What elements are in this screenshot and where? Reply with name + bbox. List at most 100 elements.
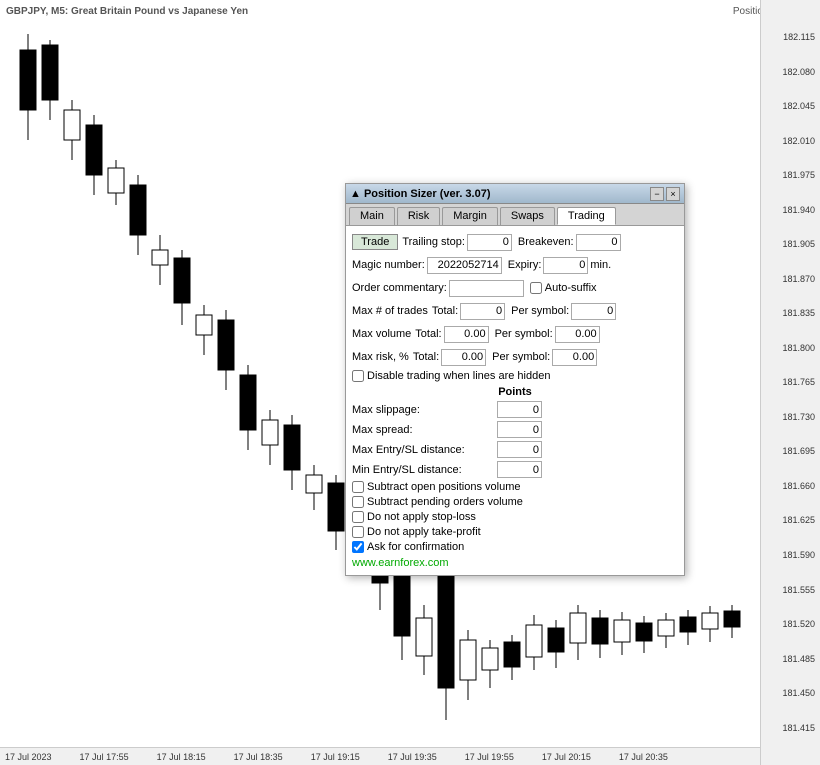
row-max-volume: Max volume Total: Per symbol:	[352, 324, 678, 344]
earn-forex-link[interactable]: www.earnforex.com	[352, 557, 678, 569]
disable-trading-checkbox[interactable]	[352, 370, 364, 382]
max-trades-label: Max # of trades	[352, 305, 428, 317]
breakeven-input[interactable]	[576, 234, 621, 251]
tab-risk[interactable]: Risk	[397, 207, 440, 225]
expiry-input[interactable]	[543, 257, 588, 274]
dialog-content: Trade Trailing stop: Breakeven: Magic nu…	[346, 226, 684, 575]
row-max-entry-sl: Max Entry/SL distance:	[352, 441, 678, 458]
max-risk-total-input[interactable]	[441, 349, 486, 366]
minimize-button[interactable]: −	[650, 187, 664, 201]
row-magic: Magic number: Expiry: min.	[352, 255, 678, 275]
price-label: 181.695	[763, 446, 818, 456]
expiry-label: Expiry:	[508, 259, 542, 271]
time-label: 17 Jul 17:55	[80, 752, 129, 762]
max-trades-per-symbol-input[interactable]	[571, 303, 616, 320]
row-max-risk: Max risk, % Total: Per symbol:	[352, 347, 678, 367]
min-entry-sl-input[interactable]	[497, 461, 542, 478]
breakeven-label: Breakeven:	[518, 236, 574, 248]
trailing-stop-input[interactable]	[467, 234, 512, 251]
price-label: 181.555	[763, 585, 818, 595]
price-label: 182.080	[763, 67, 818, 77]
max-risk-per-symbol-label: Per symbol:	[492, 351, 550, 363]
tab-main[interactable]: Main	[349, 207, 395, 225]
order-commentary-input[interactable]	[449, 280, 524, 297]
trailing-stop-label: Trailing stop:	[402, 236, 465, 248]
price-label: 182.115	[763, 32, 818, 42]
disable-trading-label: Disable trading when lines are hidden	[367, 370, 550, 382]
max-volume-per-symbol-input[interactable]	[555, 326, 600, 343]
magic-number-input[interactable]	[427, 257, 502, 274]
price-axis: 182.115 182.080 182.045 182.010 181.975 …	[760, 0, 820, 765]
tab-trading[interactable]: Trading	[557, 207, 616, 225]
row-trade: Trade Trailing stop: Breakeven:	[352, 232, 678, 252]
max-trades-per-symbol-label: Per symbol:	[511, 305, 569, 317]
max-slippage-input[interactable]	[497, 401, 542, 418]
no-sl-label: Do not apply stop-loss	[367, 511, 476, 523]
dialog-titlebar: ▲ Position Sizer (ver. 3.07) − ×	[346, 184, 684, 204]
position-sizer-dialog: ▲ Position Sizer (ver. 3.07) − × Main Ri…	[345, 183, 685, 576]
max-risk-per-symbol-input[interactable]	[552, 349, 597, 366]
tab-margin[interactable]: Margin	[442, 207, 498, 225]
max-volume-per-symbol-label: Per symbol:	[495, 328, 553, 340]
price-label: 181.730	[763, 412, 818, 422]
max-risk-total-label: Total:	[413, 351, 439, 363]
price-label: 181.625	[763, 515, 818, 525]
max-risk-label: Max risk, %	[352, 351, 409, 363]
subtract-pending-label: Subtract pending orders volume	[367, 496, 523, 508]
price-label: 181.835	[763, 308, 818, 318]
subtract-open-label: Subtract open positions volume	[367, 481, 520, 493]
tab-swaps[interactable]: Swaps	[500, 207, 555, 225]
time-axis: 17 Jul 2023 17 Jul 17:55 17 Jul 18:15 17…	[0, 747, 760, 765]
max-volume-total-input[interactable]	[444, 326, 489, 343]
max-entry-sl-label: Max Entry/SL distance:	[352, 444, 497, 456]
time-label: 17 Jul 20:15	[542, 752, 591, 762]
row-subtract-open: Subtract open positions volume	[352, 481, 678, 493]
price-label: 182.010	[763, 136, 818, 146]
max-entry-sl-input[interactable]	[497, 441, 542, 458]
row-ask-confirm: Ask for confirmation	[352, 541, 678, 553]
auto-suffix-label: Auto-suffix	[545, 282, 597, 294]
row-no-tp: Do not apply take-profit	[352, 526, 678, 538]
time-label: 17 Jul 18:35	[234, 752, 283, 762]
time-label: 17 Jul 18:15	[157, 752, 206, 762]
no-tp-label: Do not apply take-profit	[367, 526, 481, 538]
auto-suffix-checkbox[interactable]	[530, 282, 542, 294]
time-label: 17 Jul 2023	[5, 752, 52, 762]
dialog-title: ▲ Position Sizer (ver. 3.07)	[350, 188, 491, 200]
dialog-tabs[interactable]: Main Risk Margin Swaps Trading	[346, 204, 684, 226]
magic-number-label: Magic number:	[352, 259, 425, 271]
price-label: 181.590	[763, 550, 818, 560]
price-label: 181.415	[763, 723, 818, 733]
dialog-controls[interactable]: − ×	[650, 187, 680, 201]
price-label: 181.520	[763, 619, 818, 629]
time-label: 17 Jul 19:15	[311, 752, 360, 762]
max-trades-total-label: Total:	[432, 305, 458, 317]
max-spread-input[interactable]	[497, 421, 542, 438]
row-no-sl: Do not apply stop-loss	[352, 511, 678, 523]
price-label: 181.940	[763, 205, 818, 215]
ask-confirm-label: Ask for confirmation	[367, 541, 464, 553]
row-commentary: Order commentary: Auto-suffix	[352, 278, 678, 298]
price-label: 181.800	[763, 343, 818, 353]
max-spread-label: Max spread:	[352, 424, 497, 436]
time-label: 17 Jul 19:55	[465, 752, 514, 762]
price-label: 181.905	[763, 239, 818, 249]
max-trades-total-input[interactable]	[460, 303, 505, 320]
price-label: 182.045	[763, 101, 818, 111]
subtract-pending-checkbox[interactable]	[352, 496, 364, 508]
row-subtract-pending: Subtract pending orders volume	[352, 496, 678, 508]
close-button[interactable]: ×	[666, 187, 680, 201]
max-slippage-label: Max slippage:	[352, 404, 497, 416]
ask-confirm-checkbox[interactable]	[352, 541, 364, 553]
time-label: 17 Jul 19:35	[388, 752, 437, 762]
no-sl-checkbox[interactable]	[352, 511, 364, 523]
row-max-trades: Max # of trades Total: Per symbol:	[352, 301, 678, 321]
price-label: 181.870	[763, 274, 818, 284]
trade-button[interactable]: Trade	[352, 234, 398, 250]
no-tp-checkbox[interactable]	[352, 526, 364, 538]
order-commentary-label: Order commentary:	[352, 282, 447, 294]
row-min-entry-sl: Min Entry/SL distance:	[352, 461, 678, 478]
price-label: 181.450	[763, 688, 818, 698]
max-volume-label: Max volume	[352, 328, 411, 340]
subtract-open-checkbox[interactable]	[352, 481, 364, 493]
